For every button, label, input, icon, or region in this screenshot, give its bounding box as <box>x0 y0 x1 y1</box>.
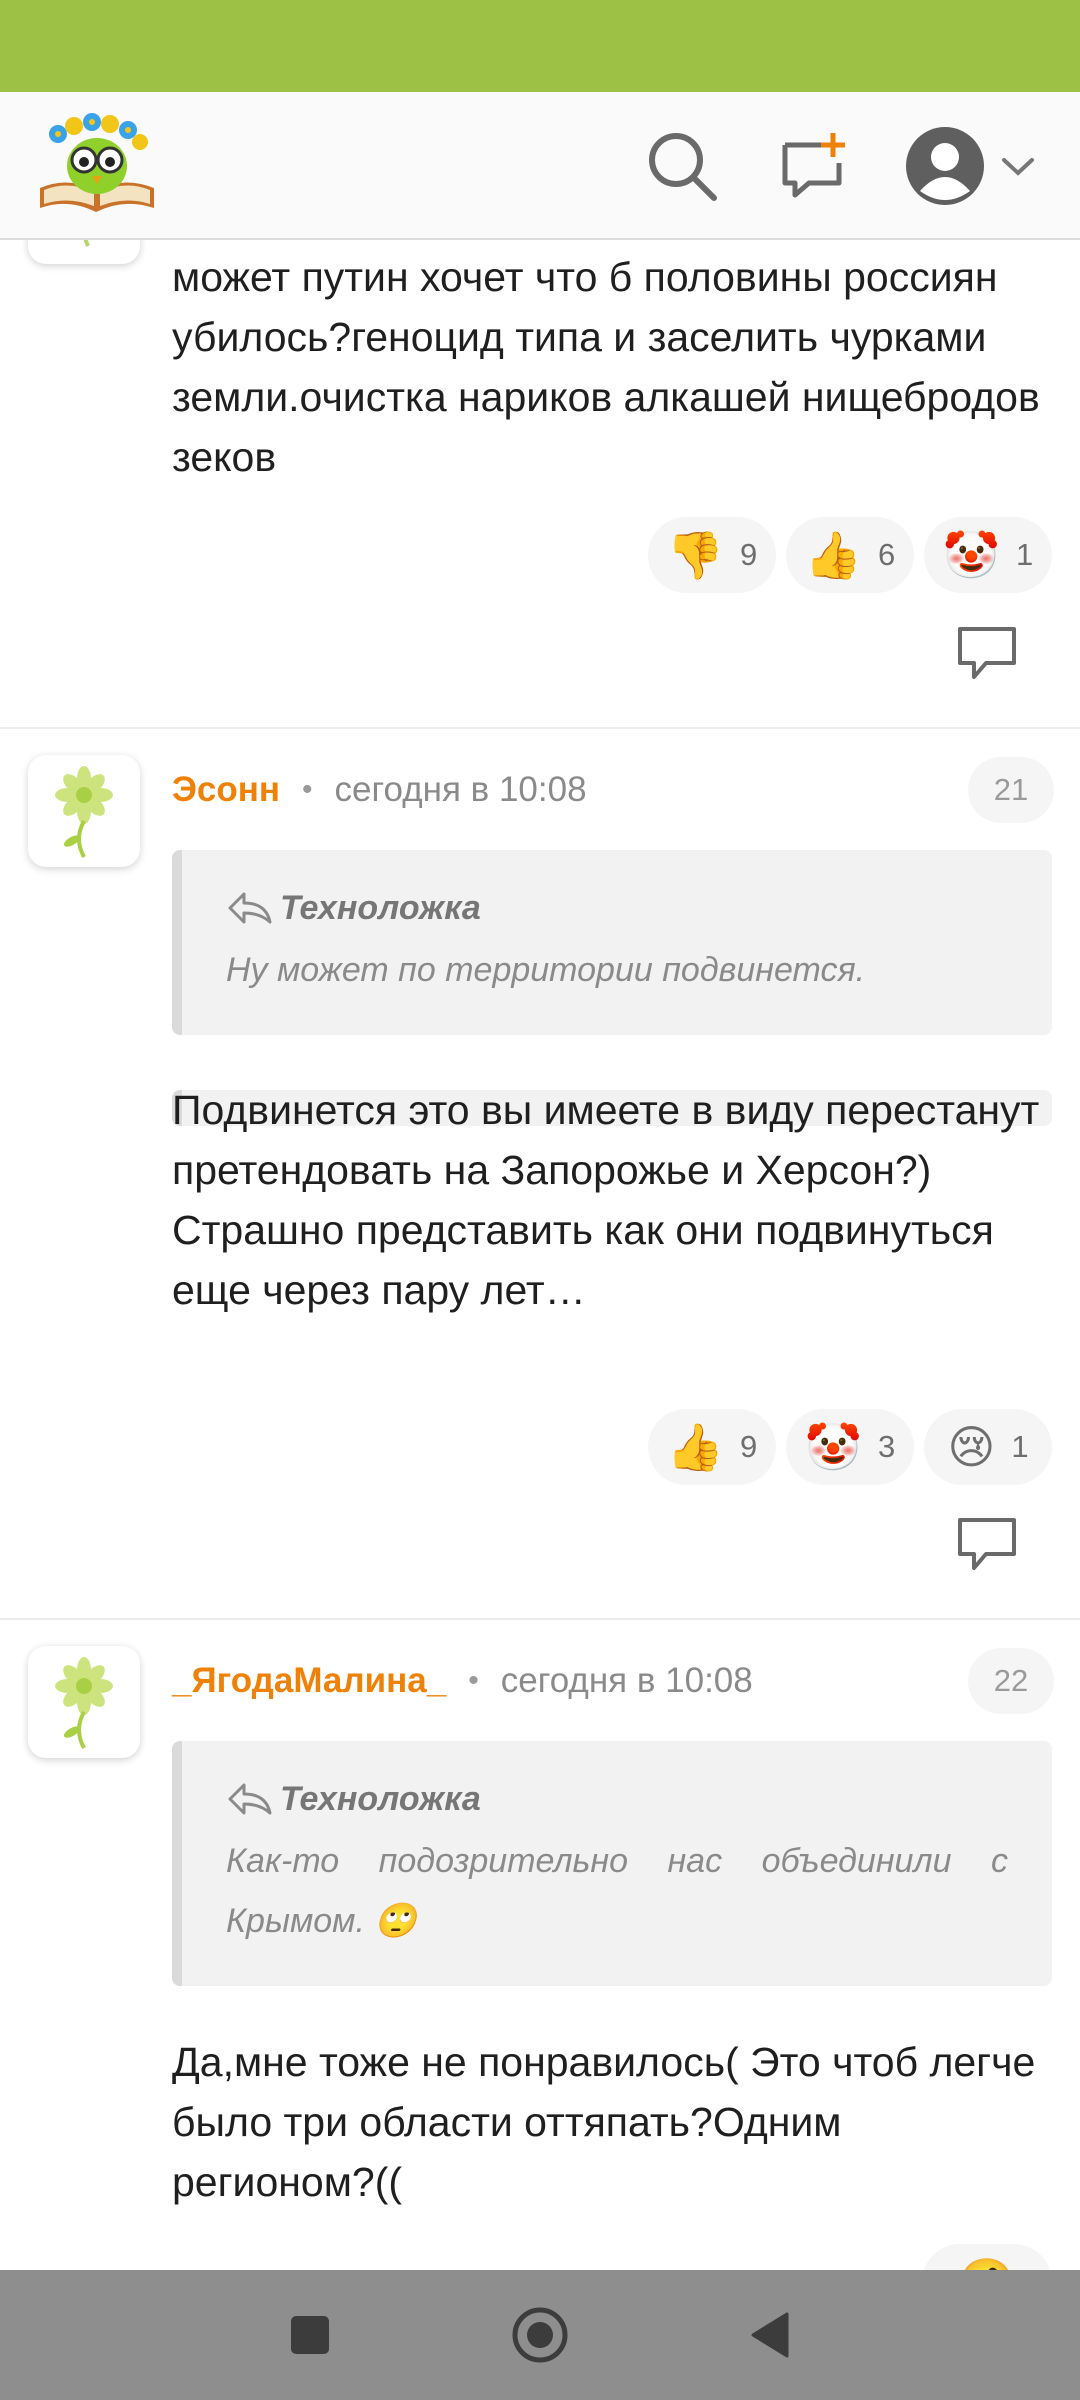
reaction-dislike-button[interactable]: 👎 9 <box>648 517 776 593</box>
reaction-emoji-icon: 🤗 <box>958 2259 1015 2270</box>
reaction-like-button[interactable]: 👍 9 <box>648 1409 776 1485</box>
quote-author-name: Техноложка <box>280 888 481 927</box>
comment-text: Подвинется это вы имеете в виду перестан… <box>172 1087 1040 1313</box>
thumbs-up-icon: 👍 <box>804 529 863 581</box>
flower-avatar-icon <box>55 1657 113 1749</box>
user-avatar-icon <box>906 127 984 205</box>
book-owl-logo-icon[interactable] <box>34 110 160 222</box>
square-recents-icon <box>291 2316 329 2354</box>
reaction-clown-button[interactable]: 🤡 3 <box>786 1409 914 1485</box>
quoted-reply[interactable]: Техноложка Как-то подозрительно нас объе… <box>172 1741 1052 1986</box>
app-header <box>0 92 1080 240</box>
avatar[interactable] <box>28 1646 140 1758</box>
comment-divider <box>0 727 1080 729</box>
circle-home-icon <box>512 2307 568 2363</box>
comment-number-badge[interactable]: 22 <box>968 1648 1054 1714</box>
status-bar <box>0 0 1080 92</box>
search-button[interactable] <box>636 120 728 212</box>
reply-comment-icon[interactable] <box>956 625 1018 681</box>
comment-text: может путин хочет что б половины россиян… <box>172 254 1040 480</box>
reaction-crying-button[interactable]: 😢 1 <box>924 1409 1052 1485</box>
comment-meta: Эсонн • сегодня в 10:08 <box>172 760 587 820</box>
reaction-like-button[interactable]: 👍 6 <box>786 517 914 593</box>
home-button[interactable] <box>500 2295 580 2375</box>
comment-time: сегодня в 10:08 <box>334 770 587 809</box>
reaction-clown-button[interactable]: 🤡 1 <box>924 517 1052 593</box>
add-message-icon <box>782 133 845 198</box>
avatar[interactable] <box>28 240 140 264</box>
reply-comment-icon[interactable] <box>956 1516 1018 1572</box>
search-icon <box>649 133 717 201</box>
avatar[interactable] <box>28 755 140 867</box>
recents-button[interactable] <box>270 2295 350 2375</box>
reaction-count: 6 <box>878 537 896 572</box>
thumbs-down-icon: 👎 <box>666 529 725 581</box>
thumbs-up-icon: 👍 <box>666 1421 725 1473</box>
reactions-bar: 🤗 <box>922 2244 1052 2270</box>
quote-author: Техноложка <box>226 1777 1008 1821</box>
chevron-down-icon <box>1002 158 1034 176</box>
reaction-count: 3 <box>878 1429 896 1464</box>
back-button[interactable] <box>730 2295 810 2375</box>
clown-icon: 🤡 <box>804 1421 863 1473</box>
new-message-button[interactable] <box>768 120 860 212</box>
reply-arrow-icon <box>228 1783 272 1815</box>
reactions-bar: 👍 9 🤡 3 😢 1 <box>648 1409 1052 1485</box>
comment-text: Да,мне тоже не понравилось( Это чтоб лег… <box>172 2039 1036 2205</box>
system-navigation-bar <box>0 2270 1080 2400</box>
comment-divider <box>0 1618 1080 1620</box>
reaction-count: 1 <box>1016 537 1034 572</box>
comment-author-link[interactable]: _ЯгодаМалина_ <box>172 1661 446 1701</box>
profile-menu-button[interactable] <box>896 120 1046 212</box>
quote-author-name: Техноложка <box>280 1779 481 1818</box>
comment-number-badge[interactable]: 21 <box>968 757 1054 823</box>
reaction-count: 9 <box>740 1429 758 1464</box>
flower-avatar-icon <box>83 240 90 247</box>
crying-face-icon: 😢 <box>947 1421 996 1473</box>
comment-author-link[interactable]: Эсонн <box>172 770 280 810</box>
quote-text: Как-то подозрительно нас объединили с Кр… <box>226 1842 1008 1940</box>
reaction-count: 1 <box>1011 1429 1029 1464</box>
clown-icon: 🤡 <box>942 529 1001 581</box>
quoted-reply[interactable]: Техноложка Ну может по территории подвин… <box>172 850 1052 1035</box>
quote-text: Ну может по территории подвинется. <box>226 951 866 989</box>
flower-avatar-icon <box>55 766 113 858</box>
triangle-back-icon <box>751 2312 789 2358</box>
separator-dot: • <box>468 1664 479 1697</box>
comment-time: сегодня в 10:08 <box>500 1661 753 1700</box>
reply-arrow-icon <box>228 892 272 924</box>
comment-meta: _ЯгодаМалина_ • сегодня в 10:08 <box>172 1651 753 1711</box>
reaction-count: 9 <box>740 537 758 572</box>
comments-feed[interactable]: может путин хочет что б половины россиян… <box>0 240 1080 2270</box>
quote-author: Техноложка <box>226 886 1008 930</box>
reaction-button[interactable]: 🤗 <box>922 2244 1052 2270</box>
reactions-bar: 👎 9 👍 6 🤡 1 <box>648 517 1052 593</box>
separator-dot: • <box>302 773 313 806</box>
